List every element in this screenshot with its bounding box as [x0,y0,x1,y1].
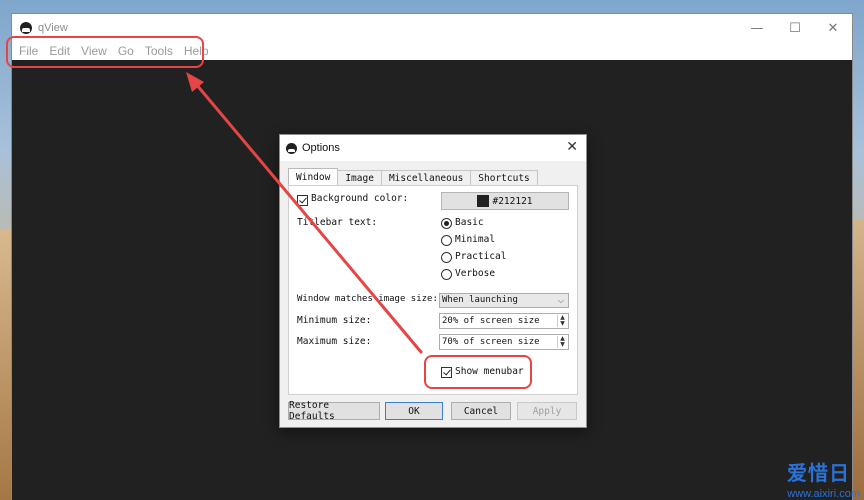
background-color-value: #212121 [492,195,533,207]
radio-minimal-label: Minimal [455,234,496,245]
radio-basic-label: Basic [455,217,484,228]
options-tabs: Window Image Miscellaneous Shortcuts [288,168,538,186]
radio-minimal[interactable] [441,235,452,246]
watermark-url: www.aixiri.com [787,488,860,500]
background-color-button[interactable]: #212121 [441,192,569,210]
menubar-highlight-box [6,36,204,68]
ok-button[interactable]: OK [385,402,443,420]
maximize-button[interactable]: ☐ [776,14,814,42]
window-matches-label: Window matches image size: [297,294,438,304]
show-menubar-highlight-box [424,355,532,389]
tab-window[interactable]: Window [288,168,339,186]
spin-arrows-icon[interactable]: ▲ ▼ [557,315,567,327]
radio-basic[interactable] [441,218,452,229]
color-swatch [477,195,490,207]
window-matches-dropdown[interactable]: When launching ⌵ [439,293,569,308]
apply-button[interactable]: Apply [517,402,577,420]
watermark-text: 爱惜日 [787,461,850,485]
titlebar-text-label: Titlebar text: [297,217,378,228]
radio-practical-label: Practical [455,251,507,262]
spin-arrows-icon[interactable]: ▲ ▼ [557,336,567,348]
tab-image[interactable]: Image [337,170,382,186]
cancel-button[interactable]: Cancel [451,402,511,420]
chevron-down-icon: ⌵ [557,296,564,305]
radio-practical[interactable] [441,252,452,263]
qview-app-icon [20,22,32,34]
window-title: qView [38,22,68,34]
window-controls: — ☐ ✕ [738,14,852,42]
radio-verbose-label: Verbose [455,268,496,279]
dialog-close-button[interactable]: ✕ [566,139,578,155]
window-matches-value: When launching [442,295,518,305]
minimum-size-label: Minimum size: [297,315,372,326]
background-color-checkbox[interactable] [297,195,308,206]
dialog-title: Options [302,142,340,154]
qview-app-icon [286,142,297,154]
dialog-titlebar[interactable]: Options ✕ [280,135,586,161]
background-color-label: Background color: [311,193,409,204]
minimum-size-spinbox[interactable]: 20% of screen size ▲ ▼ [439,313,569,329]
maximum-size-spinbox[interactable]: 70% of screen size ▲ ▼ [439,334,569,350]
maximum-size-label: Maximum size: [297,336,372,347]
restore-defaults-button[interactable]: Restore Defaults [288,400,380,422]
radio-verbose[interactable] [441,269,452,280]
tab-shortcuts[interactable]: Shortcuts [470,170,538,186]
minimum-size-value: 20% of screen size [442,316,540,326]
minimize-button[interactable]: — [738,14,776,42]
tab-miscellaneous[interactable]: Miscellaneous [380,170,472,186]
close-button[interactable]: ✕ [814,14,852,42]
maximum-size-value: 70% of screen size [442,337,540,347]
